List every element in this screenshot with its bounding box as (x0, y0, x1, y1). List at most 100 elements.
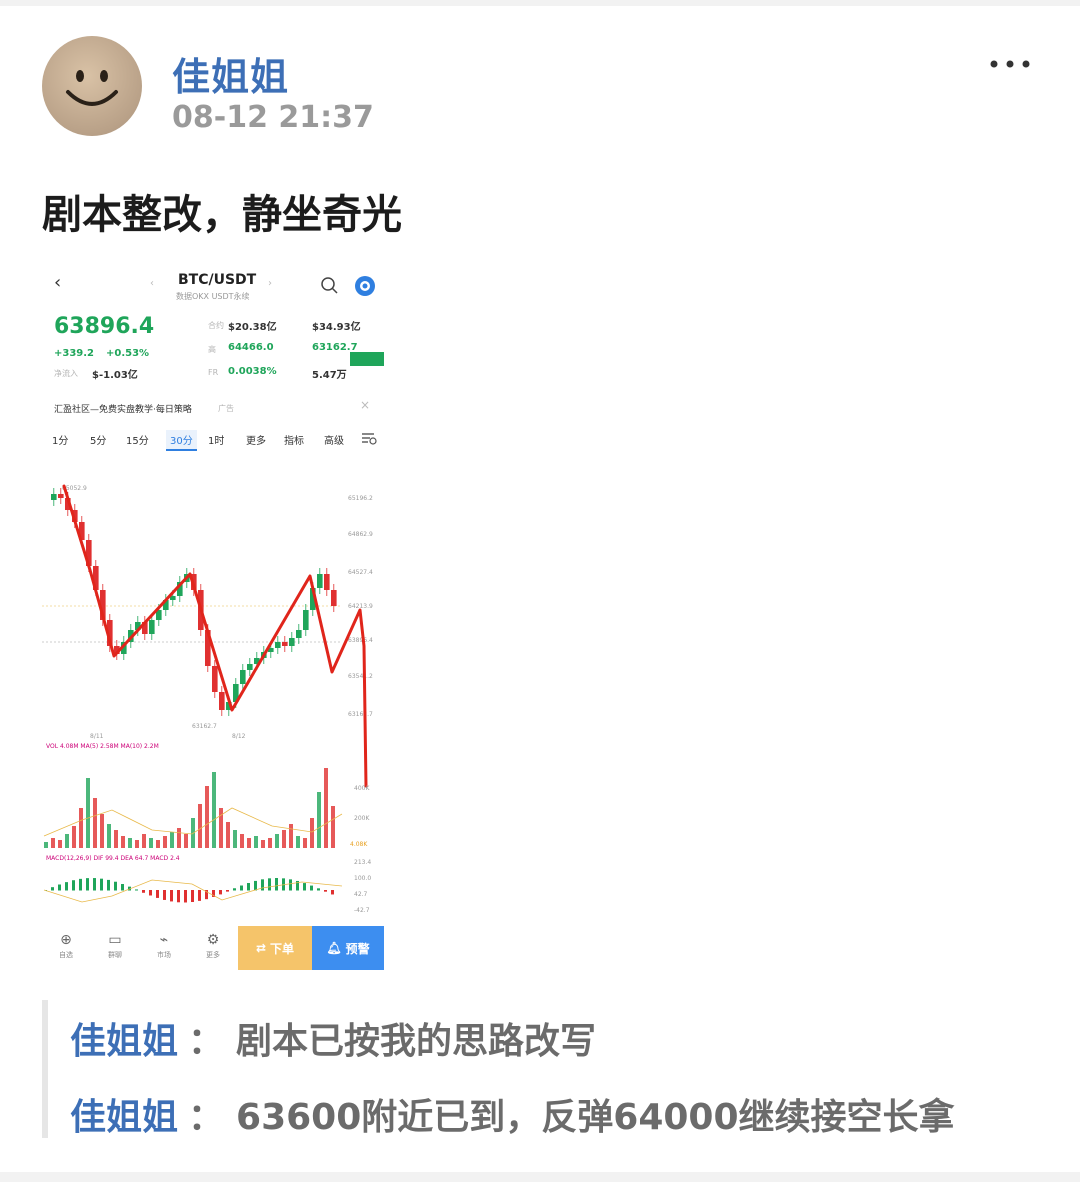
market-icon: ⌁ (159, 932, 169, 948)
price-axis-label: 63896.4 (348, 637, 373, 644)
comment-text: 剧本已按我的思路改写 (236, 1021, 597, 1062)
tab-timeframe[interactable]: 高级 (324, 432, 344, 447)
tab-timeframe[interactable]: 30分 (166, 430, 197, 451)
volume-bar (72, 826, 76, 848)
stat-c1-value: $20.38亿 (228, 322, 277, 333)
volume-bar (310, 818, 314, 848)
change-pct: +0.53% (106, 348, 150, 359)
macd-bar (79, 878, 82, 891)
macd-bar (65, 882, 68, 891)
volume-bar (247, 838, 251, 848)
pair-title: BTC/USDT (178, 272, 257, 288)
macd-bar (226, 890, 229, 892)
add-circle-icon: ⊕ (60, 932, 72, 948)
stat-high-value: 64466.0 (228, 342, 274, 353)
volume-bar (184, 834, 188, 848)
chevron-right-icon: › (268, 278, 272, 289)
volume-bar (240, 834, 244, 848)
stat-c2-value: $34.93亿 (312, 322, 361, 333)
post-image[interactable]: ‹ ‹ BTC/USDT 数据OKX USDT永续 › 63896.4 ↗ +3… (42, 260, 384, 970)
candle-body (317, 574, 323, 588)
swap-icon: ⇄ (255, 941, 267, 955)
volume-bar (317, 792, 321, 848)
settings-icon[interactable] (360, 430, 378, 446)
kline-chart[interactable]: 65196.264862.964527.464213.963896.463541… (42, 470, 384, 920)
volume-bar (163, 836, 167, 848)
order-button[interactable]: ⇄ 下单 (238, 926, 312, 970)
nav-item[interactable]: ⊕ 自选 (46, 930, 86, 960)
stat-vol-value: 5.47万 (312, 370, 347, 381)
volume-bar (177, 828, 181, 848)
comment-item[interactable]: 佳姐姐： 剧本已按我的思路改写 (70, 1012, 596, 1064)
macd-bar (310, 885, 313, 891)
price-axis-label: 65196.2 (348, 495, 373, 502)
macd-bar (86, 878, 89, 891)
candle-body (212, 666, 218, 692)
volume-bar (289, 824, 293, 848)
volume-bar (135, 840, 139, 848)
last-price: 63896.4 (54, 314, 155, 339)
macd-axis-label: -42.7 (354, 907, 370, 914)
candle-body (149, 620, 155, 634)
tab-timeframe[interactable]: 1时 (208, 432, 224, 447)
author-name[interactable]: 佳姐姐 (172, 46, 289, 101)
nav-item-label: 自选 (59, 951, 73, 959)
avatar[interactable] (42, 36, 142, 136)
candle-body (240, 670, 246, 684)
comment-author[interactable]: 佳姐姐 (70, 1097, 178, 1138)
volume-bar (142, 834, 146, 848)
volume-bar (170, 832, 174, 848)
more-options-button[interactable] (984, 48, 1040, 78)
macd-legend: MACD(12,26,9) DIF 99.4 DEA 64.7 MACD 2.4 (46, 855, 180, 862)
volume-bar (128, 838, 132, 848)
nav-item[interactable]: ⌁ 市场 (144, 930, 184, 960)
stat-fr-label: FR (208, 368, 219, 377)
macd-bar (156, 890, 159, 898)
candle-body (296, 630, 302, 638)
macd-bar (324, 890, 327, 892)
date-label: 8/11 (90, 733, 104, 740)
bottom-divider (0, 1172, 1080, 1182)
top-divider (0, 0, 1080, 6)
tab-timeframe[interactable]: 更多 (246, 432, 266, 447)
candle-body (51, 494, 57, 500)
candle-body (324, 574, 330, 590)
price-arrow-icon: ↗ (144, 322, 153, 333)
volume-bar (226, 822, 230, 848)
volume-bar (156, 840, 160, 848)
comment-separator: ： (188, 1097, 225, 1138)
tab-timeframe[interactable]: 1分 (52, 432, 68, 447)
nav-item-label: 更多 (206, 951, 220, 959)
candle-body (289, 638, 295, 646)
ad-text[interactable]: 汇盈社区—免费实盘教学·每日策略 (54, 402, 192, 415)
macd-bar (219, 890, 222, 895)
volume-bar (205, 786, 209, 848)
macd-bar (191, 890, 194, 903)
comment-section: 佳姐姐： 剧本已按我的思路改写 佳姐姐： 63600附近已到，反弹64000继续接空… (42, 1000, 1046, 1138)
volume-bar (107, 824, 111, 848)
chat-icon: ▭ (108, 932, 122, 948)
more-icon: ⚙ (206, 932, 220, 948)
macd-bar (303, 883, 306, 891)
comment-item[interactable]: 佳姐姐： 63600附近已到，反弹64000继续接空长拿 (70, 1088, 955, 1140)
macd-bar (317, 888, 320, 891)
post-text: 剧本整改，静坐奇光 (42, 192, 402, 238)
candle-body (247, 664, 253, 670)
price-axis-label: 63162.7 (348, 711, 373, 718)
nav-item[interactable]: ⚙ 更多 (193, 930, 233, 960)
volume-bar (296, 836, 300, 848)
candle-body (282, 642, 288, 646)
annotation-stroke (62, 484, 368, 788)
tab-timeframe[interactable]: 指标 (284, 432, 304, 447)
comment-author[interactable]: 佳姐姐 (70, 1021, 178, 1062)
back-icon: ‹ (54, 272, 62, 293)
volume-bar (93, 798, 97, 848)
close-icon[interactable]: × (360, 398, 370, 412)
tab-timeframe[interactable]: 15分 (126, 432, 149, 447)
volume-bar (51, 838, 55, 848)
nav-item-label: 群聊 (108, 951, 122, 959)
tab-timeframe[interactable]: 5分 (90, 432, 106, 447)
nav-item[interactable]: ▭ 群聊 (95, 930, 135, 960)
alert-button[interactable]: 🔔︎ 预警 (312, 926, 384, 970)
candle-body (275, 642, 281, 648)
